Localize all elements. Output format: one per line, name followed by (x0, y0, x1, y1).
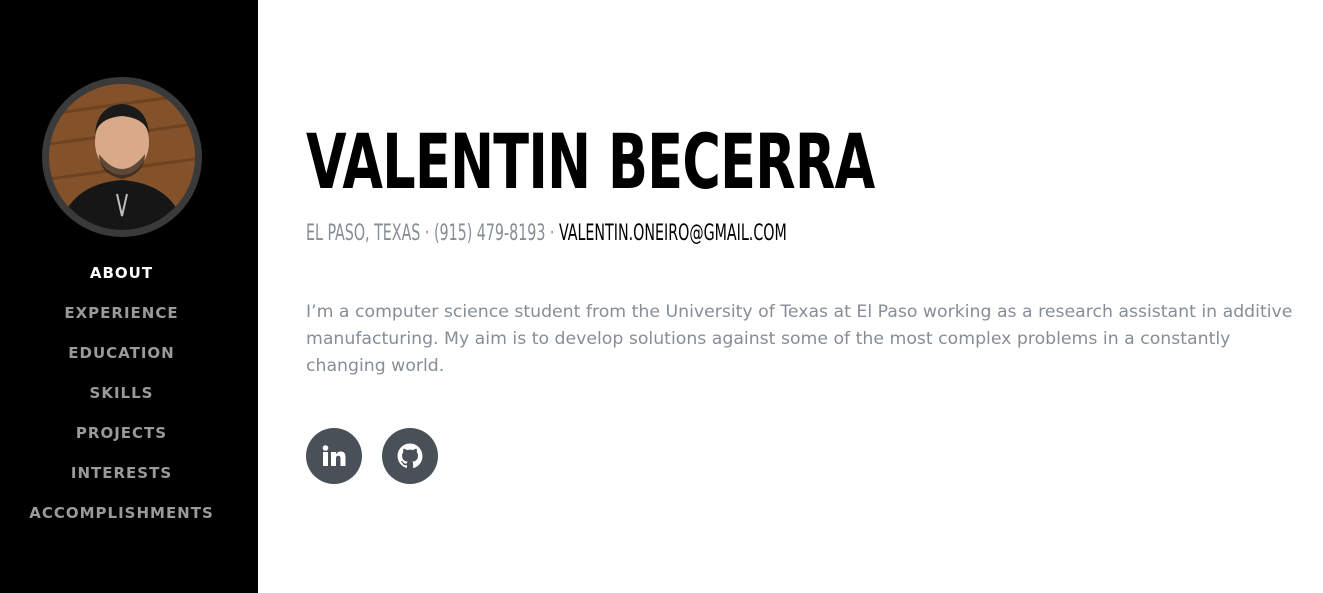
social-icons (306, 428, 458, 484)
separator: · (420, 221, 434, 246)
profile-photo (49, 84, 195, 230)
nav-item-accomplishments[interactable]: Accomplishments (0, 498, 243, 538)
sidebar: About Experience Education Skills Projec… (0, 0, 258, 593)
nav-item-skills[interactable]: Skills (0, 378, 243, 418)
linkedin-button[interactable] (306, 428, 362, 484)
nav-item-education[interactable]: Education (0, 338, 243, 378)
github-icon (397, 443, 423, 469)
avatar[interactable] (42, 77, 202, 237)
linkedin-icon (322, 445, 346, 467)
nav-item-about[interactable]: About (0, 258, 243, 298)
separator: · (545, 221, 559, 246)
page-title: VALENTIN BECERRA (306, 117, 875, 206)
nav-item-experience[interactable]: Experience (0, 298, 243, 338)
bio-text: I’m a computer science student from the … (306, 302, 1293, 376)
phone-text: (915) 479-8193 (433, 221, 546, 246)
email-link[interactable]: VALENTIN.ONEIRO@GMAIL.COM (559, 221, 787, 246)
location-text: EL PASO, TEXAS (306, 221, 421, 246)
nav-item-interests[interactable]: Interests (0, 458, 243, 498)
github-button[interactable] (382, 428, 438, 484)
contact-line: EL PASO, TEXAS · (915) 479-8193 · VALENT… (306, 220, 787, 248)
sidebar-nav: About Experience Education Skills Projec… (0, 258, 243, 538)
nav-item-projects[interactable]: Projects (0, 418, 243, 458)
